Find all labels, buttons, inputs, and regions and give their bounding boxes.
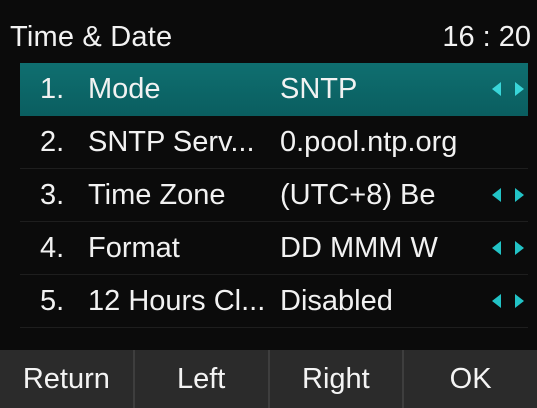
left-softkey[interactable]: Left — [135, 350, 270, 408]
item-index: 5. — [40, 284, 65, 317]
triangle-right-icon[interactable] — [515, 241, 524, 255]
item-value: DD MMM W — [280, 231, 438, 264]
triangle-right-icon[interactable] — [515, 188, 524, 202]
return-softkey[interactable]: Return — [0, 350, 135, 408]
item-value: 0.pool.ntp.org — [280, 125, 458, 158]
triangle-right-icon[interactable] — [515, 294, 524, 308]
item-label: Time Zone — [88, 178, 226, 211]
clock: 16 : 20 — [442, 20, 531, 53]
list-item-time-zone[interactable]: 3. Time Zone (UTC+8) Be — [20, 169, 528, 222]
item-index: 4. — [40, 231, 65, 264]
triangle-left-icon[interactable] — [492, 82, 501, 96]
triangle-left-icon[interactable] — [492, 188, 501, 202]
item-value: SNTP — [280, 72, 358, 105]
item-index: 2. — [40, 125, 65, 158]
ok-softkey[interactable]: OK — [404, 350, 537, 408]
item-value: (UTC+8) Be — [280, 178, 436, 211]
item-index: 3. — [40, 178, 65, 211]
phone-screen: Time & Date 16 : 20 1. Mode SNTP 2. SNTP… — [0, 0, 537, 408]
triangle-right-icon[interactable] — [515, 82, 524, 96]
item-label: Format — [88, 231, 180, 264]
item-label: Mode — [88, 72, 161, 105]
option-switcher[interactable] — [492, 291, 524, 311]
list-item-mode[interactable]: 1. Mode SNTP — [20, 63, 528, 116]
title-bar: Time & Date 16 : 20 — [0, 10, 537, 64]
option-switcher[interactable] — [492, 185, 524, 205]
item-index: 1. — [40, 72, 65, 105]
right-softkey[interactable]: Right — [270, 350, 405, 408]
item-value: Disabled — [280, 284, 393, 317]
list-item-format[interactable]: 4. Format DD MMM W — [20, 222, 528, 275]
triangle-left-icon[interactable] — [492, 241, 501, 255]
triangle-left-icon[interactable] — [492, 294, 501, 308]
option-switcher[interactable] — [492, 79, 524, 99]
item-label: SNTP Serv... — [88, 125, 255, 158]
list-item-sntp-server[interactable]: 2. SNTP Serv... 0.pool.ntp.org — [20, 116, 528, 169]
page-title: Time & Date — [10, 20, 173, 53]
softkey-bar: Return Left Right OK — [0, 350, 537, 408]
item-label: 12 Hours Cl... — [88, 284, 266, 317]
option-switcher[interactable] — [492, 238, 524, 258]
settings-list: 1. Mode SNTP 2. SNTP Serv... 0.pool.ntp.… — [20, 63, 528, 328]
list-item-12-hours-clock[interactable]: 5. 12 Hours Cl... Disabled — [20, 275, 528, 328]
